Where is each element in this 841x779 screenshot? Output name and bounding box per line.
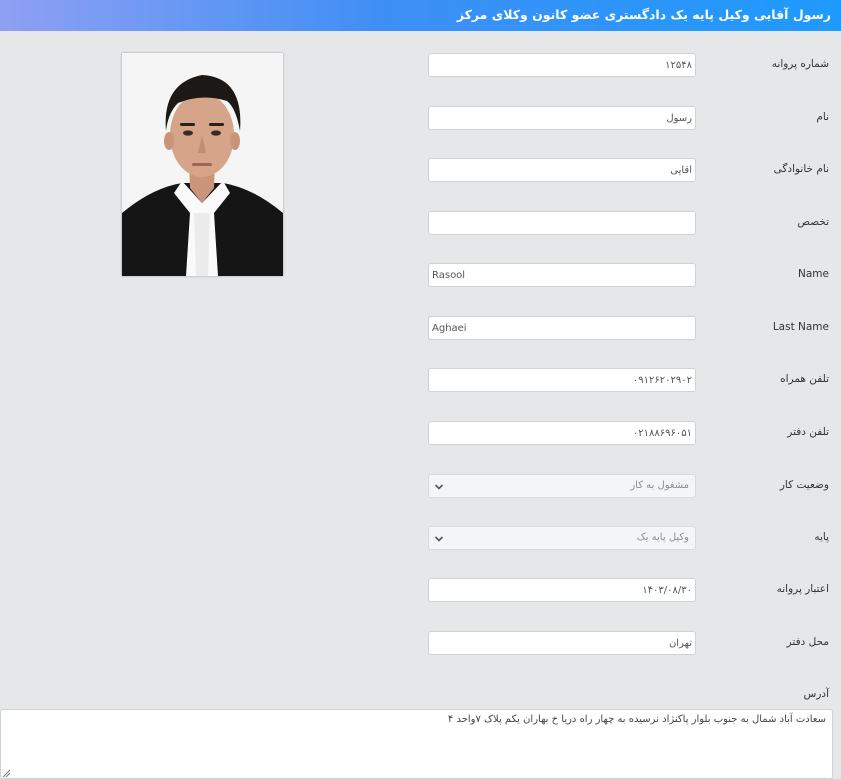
address-textarea[interactable]: سعادت آباد شمال به جنوب بلوار پاکنژاد نر…	[0, 709, 833, 779]
label-first-name: نام	[816, 111, 829, 123]
first-name-input[interactable]	[428, 106, 696, 130]
page-title: رسول آقایی وکیل پایه یک دادگستری عضو کان…	[456, 7, 831, 22]
work-status-select[interactable]: مشغول به کار	[428, 474, 696, 498]
row-mobile: تلفن همراه	[0, 368, 841, 394]
license-number-input[interactable]	[428, 53, 696, 77]
row-work-status: وضعیت کار مشغول به کار	[0, 474, 841, 500]
chevron-down-icon	[434, 536, 444, 542]
name-en-input[interactable]	[428, 263, 696, 287]
row-name-en: Name	[0, 263, 841, 289]
label-office-phone: تلفن دفتر	[787, 426, 829, 438]
specialty-input[interactable]	[428, 211, 696, 235]
row-office-phone: تلفن دفتر	[0, 421, 841, 447]
office-phone-input[interactable]	[428, 421, 696, 445]
grade-value: وکیل پایه یک	[636, 532, 689, 543]
row-first-name: نام	[0, 106, 841, 132]
label-last-name-en: Last Name	[772, 321, 829, 333]
license-validity-input[interactable]	[428, 578, 696, 602]
last-name-fa-input[interactable]	[428, 158, 696, 182]
chevron-down-icon	[434, 484, 444, 490]
row-last-name-fa: نام خانوادگی	[0, 158, 841, 184]
label-specialty: تخصص	[797, 216, 829, 228]
label-office-location: محل دفتر	[786, 636, 829, 648]
label-mobile: تلفن همراه	[780, 373, 829, 385]
grade-select[interactable]: وکیل پایه یک	[428, 526, 696, 550]
row-license-validity: اعتبار پروانه	[0, 578, 841, 604]
row-grade: پایه وکیل پایه یک	[0, 526, 841, 552]
mobile-input[interactable]	[428, 368, 696, 392]
page-header: رسول آقایی وکیل پایه یک دادگستری عضو کان…	[0, 0, 841, 31]
label-address: آدرس	[803, 688, 829, 700]
row-license-number: شماره پروانه	[0, 53, 841, 79]
label-grade: پایه	[814, 531, 829, 543]
work-status-value: مشغول به کار	[630, 480, 689, 491]
office-location-input[interactable]	[428, 631, 696, 655]
row-specialty: تخصص	[0, 211, 841, 237]
row-office-location: محل دفتر	[0, 631, 841, 657]
label-name-en: Name	[798, 268, 829, 280]
label-license-validity: اعتبار پروانه	[776, 583, 829, 595]
label-last-name-fa: نام خانوادگی	[773, 163, 829, 175]
label-license-number: شماره پروانه	[771, 58, 829, 70]
label-work-status: وضعیت کار	[779, 479, 829, 491]
last-name-en-input[interactable]	[428, 316, 696, 340]
resize-grip-icon[interactable]	[2, 769, 11, 778]
row-last-name-en: Last Name	[0, 316, 841, 342]
